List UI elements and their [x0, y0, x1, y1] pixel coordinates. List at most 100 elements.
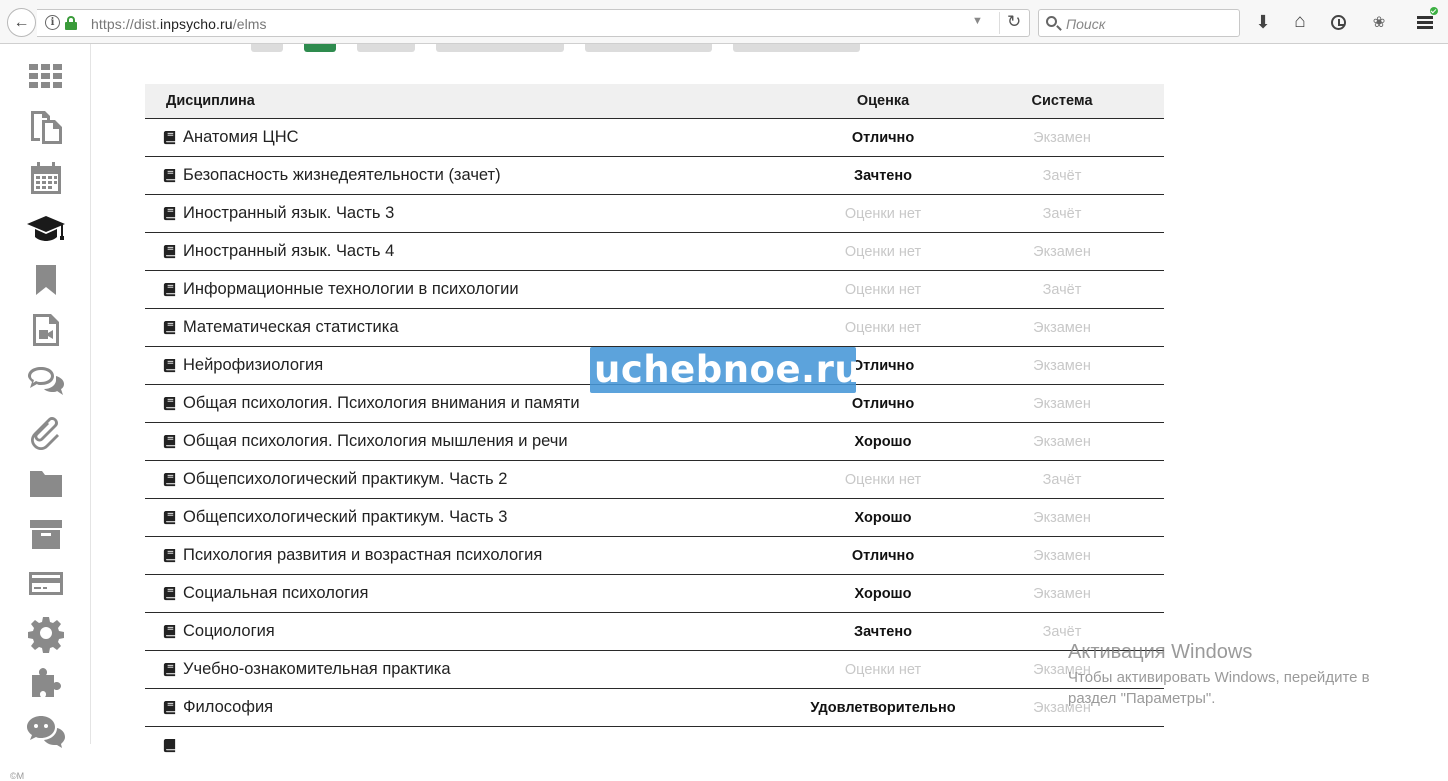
search-input[interactable]: Поиск: [1038, 9, 1240, 37]
apps-grid-icon: [29, 64, 62, 88]
discipline-link[interactable]: Психология развития и возрастная психоло…: [183, 546, 542, 565]
header-discipline[interactable]: Дисциплина: [166, 93, 255, 109]
discipline-link[interactable]: Социология: [183, 622, 275, 641]
grade-value: Оценки нет: [844, 320, 922, 336]
grade-value: Отлично: [851, 358, 915, 374]
book-icon: [163, 130, 176, 145]
filter-pill[interactable]: [585, 44, 712, 52]
system-value: Экзамен: [1033, 548, 1091, 564]
sidebar-item-documents[interactable]: [22, 105, 70, 149]
discipline-link[interactable]: Общая психология. Психология внимания и …: [183, 394, 580, 413]
table-row: Общепсихологический практикум. Часть 2 Оц…: [145, 461, 1164, 499]
windows-activation-title: Активация Windows: [1068, 641, 1253, 663]
system-value: Экзамен: [1033, 320, 1091, 336]
windows-activation-line2: раздел "Параметры".: [1068, 690, 1216, 707]
grades-table: Дисциплина Оценка Система Анатомия ЦНС От…: [145, 84, 1164, 753]
url-domain: inpsycho.ru: [160, 16, 233, 32]
sidebar-item-payments[interactable]: [22, 561, 70, 605]
home-button[interactable]: ⌂: [1287, 9, 1313, 35]
filter-pill[interactable]: [733, 44, 860, 52]
discipline-link[interactable]: Учебно-ознакомительная практика: [183, 660, 451, 679]
table-row: Информационные технологии в психологии Оц…: [145, 271, 1164, 309]
sidebar: ©M: [0, 44, 91, 781]
book-icon: [163, 548, 176, 563]
reload-icon[interactable]: ↻: [999, 12, 1021, 34]
system-value: Зачёт: [1042, 168, 1082, 184]
discipline-link[interactable]: Иностранный язык. Часть 3: [183, 204, 394, 223]
discipline-link[interactable]: Математическая статистика: [183, 318, 399, 337]
grade-value: Удовлетворительно: [810, 700, 956, 716]
search-placeholder: Поиск: [1066, 16, 1106, 32]
discipline-link[interactable]: Безопасность жизнедеятельности (зачет): [183, 166, 501, 185]
extension-button[interactable]: ❀: [1365, 9, 1393, 35]
sidebar-item-settings[interactable]: [22, 611, 70, 655]
paperclip-icon: [31, 417, 59, 450]
table-row: Иностранный язык. Часть 3 Оценки нет Зачёт: [145, 195, 1164, 233]
copyright-text: ©M: [10, 771, 25, 781]
clock-icon: [1330, 14, 1346, 30]
browser-menu-button[interactable]: [1410, 6, 1440, 38]
sidebar-item-archive[interactable]: [22, 511, 70, 555]
grade-value: Зачтено: [854, 624, 912, 640]
table-row: Математическая статистика Оценки нет Экзам…: [145, 309, 1164, 347]
calendar-icon: [31, 162, 61, 194]
system-value: Экзамен: [1033, 244, 1091, 260]
sidebar-item-education[interactable]: [22, 207, 70, 251]
discipline-link[interactable]: Общепсихологический практикум. Часть 3: [183, 508, 507, 527]
table-body: Анатомия ЦНС Отлично Экзамен Безопасность ж…: [145, 119, 1164, 727]
filter-pill[interactable]: [251, 44, 283, 52]
grade-value: Хорошо: [854, 510, 912, 526]
sidebar-item-plugins[interactable]: [22, 661, 70, 705]
grade-value: Оценки нет: [844, 662, 922, 678]
update-badge-icon: [1430, 7, 1438, 15]
system-value: Экзамен: [1033, 130, 1091, 146]
discipline-link[interactable]: Иностранный язык. Часть 4: [183, 242, 394, 261]
grade-value: Хорошо: [854, 434, 912, 450]
system-value: Зачёт: [1042, 472, 1082, 488]
book-icon: [163, 738, 176, 753]
bookmark-icon: [36, 265, 56, 295]
back-button[interactable]: ←: [7, 8, 36, 37]
history-button[interactable]: [1325, 9, 1351, 35]
sidebar-item-calendar[interactable]: [22, 156, 70, 200]
book-icon: [163, 700, 176, 715]
filter-pill[interactable]: [357, 44, 415, 52]
home-icon: ⌂: [1294, 11, 1306, 32]
discipline-link[interactable]: Информационные технологии в психологии: [183, 280, 519, 299]
watermark: uchebnoe.ru: [590, 347, 856, 393]
filter-pill-active[interactable]: [304, 44, 336, 52]
table-row: Иностранный язык. Часть 4 Оценки нет Экзам…: [145, 233, 1164, 271]
table-row: Психология развития и возрастная психоло…: [145, 537, 1164, 575]
discipline-link[interactable]: Общепсихологический практикум. Часть 2: [183, 470, 507, 489]
sidebar-item-chat[interactable]: [22, 708, 70, 752]
discipline-link[interactable]: Анатомия ЦНС: [183, 128, 299, 147]
discipline-link[interactable]: Социальная психология: [183, 584, 368, 603]
sidebar-item-video[interactable]: [22, 308, 70, 352]
url-prefix: https://dist.: [91, 16, 160, 32]
sidebar-item-messages[interactable]: [22, 359, 70, 403]
table-row: Учебно-ознакомительная практика Оценки не…: [145, 651, 1164, 689]
book-icon: [163, 434, 176, 449]
sidebar-item-attachments[interactable]: [22, 409, 70, 453]
book-icon: [163, 472, 176, 487]
url-path: /elms: [232, 16, 267, 32]
discipline-link[interactable]: Нейрофизиология: [183, 356, 323, 375]
chat-bubbles-icon: [28, 367, 64, 395]
url-text[interactable]: https://dist.inpsycho.ru/elms: [91, 16, 267, 32]
folder-icon: [30, 471, 62, 497]
discipline-link[interactable]: Философия: [183, 698, 273, 717]
book-icon: [163, 586, 176, 601]
site-info-icon[interactable]: i: [45, 15, 60, 30]
sidebar-item-apps[interactable]: [22, 54, 70, 98]
sidebar-item-bookmarks[interactable]: [22, 257, 70, 301]
address-bar[interactable]: i https://dist.inpsycho.ru/elms ▼ ↻: [37, 9, 1030, 37]
downloads-button[interactable]: ⬇: [1250, 9, 1276, 35]
filter-pill[interactable]: [436, 44, 564, 52]
system-value: Зачёт: [1042, 282, 1082, 298]
system-value: Экзамен: [1033, 434, 1091, 450]
url-dropdown-icon[interactable]: ▼: [972, 15, 983, 27]
book-icon: [163, 358, 176, 373]
sidebar-item-files[interactable]: [22, 460, 70, 504]
discipline-link[interactable]: Общая психология. Психология мышления и …: [183, 432, 568, 451]
gear-icon: [28, 617, 64, 653]
